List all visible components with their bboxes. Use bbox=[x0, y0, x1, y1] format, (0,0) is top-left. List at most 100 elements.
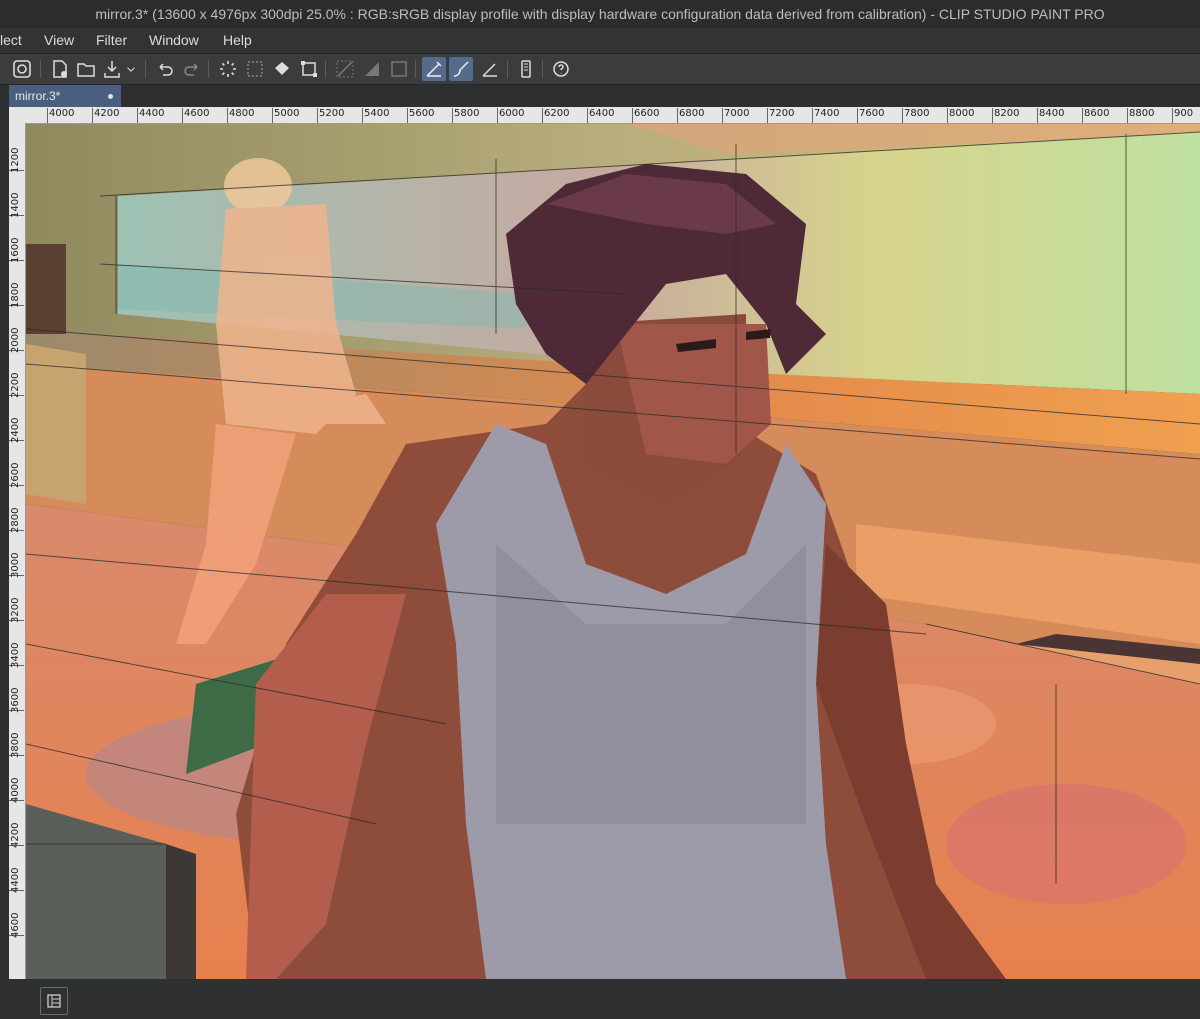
ruler-tick bbox=[137, 108, 138, 123]
horizontal-ruler-label: 8400 bbox=[1039, 108, 1065, 119]
vertical-ruler-label: 3400 bbox=[10, 642, 21, 668]
horizontal-ruler-label: 4400 bbox=[139, 108, 165, 119]
ruler-tick bbox=[947, 108, 948, 123]
menu-filter[interactable]: Filter bbox=[96, 32, 127, 48]
redo-icon[interactable] bbox=[180, 57, 204, 81]
command-bar bbox=[0, 54, 1200, 85]
undo-icon[interactable] bbox=[153, 57, 177, 81]
vertical-ruler-label: 2000 bbox=[10, 327, 21, 353]
menu-window[interactable]: Window bbox=[149, 32, 199, 48]
vertical-ruler-label: 3800 bbox=[10, 732, 21, 758]
snap-ruler-icon[interactable] bbox=[333, 57, 357, 81]
horizontal-ruler-label: 7400 bbox=[814, 108, 840, 119]
vertical-ruler-label: 2200 bbox=[10, 372, 21, 398]
horizontal-ruler-label: 5800 bbox=[454, 108, 480, 119]
transform-icon[interactable] bbox=[297, 57, 321, 81]
fill-icon[interactable] bbox=[270, 57, 294, 81]
ruler-tick bbox=[407, 108, 408, 123]
horizontal-ruler-label: 5000 bbox=[274, 108, 300, 119]
ruler-tick bbox=[992, 108, 993, 123]
title-bar: mirror.3* (13600 x 4976px 300dpi 25.0% :… bbox=[0, 0, 1200, 29]
vertical-ruler-label: 1200 bbox=[10, 147, 21, 173]
ruler-tick bbox=[1082, 108, 1083, 123]
drawing-canvas[interactable] bbox=[26, 124, 1200, 979]
ruler-tick bbox=[1172, 108, 1173, 123]
document-tab[interactable]: mirror.3* bbox=[9, 85, 121, 107]
clip-studio-logo-icon[interactable] bbox=[10, 57, 34, 81]
save-dropdown-icon[interactable] bbox=[124, 57, 138, 81]
select-all-icon[interactable] bbox=[243, 57, 267, 81]
help-icon[interactable] bbox=[549, 57, 573, 81]
vertical-ruler-label: 3000 bbox=[10, 552, 21, 578]
window-title: mirror.3* (13600 x 4976px 300dpi 25.0% :… bbox=[95, 6, 1105, 22]
eraser-tool-icon[interactable] bbox=[478, 57, 502, 81]
menu-view[interactable]: View bbox=[44, 32, 74, 48]
ruler-tick bbox=[677, 108, 678, 123]
vertical-ruler-label: 2600 bbox=[10, 462, 21, 488]
ruler-tick bbox=[1037, 108, 1038, 123]
navigator-panel-icon[interactable] bbox=[40, 987, 68, 1015]
ruler-tick bbox=[767, 108, 768, 123]
horizontal-ruler: 4000 4200 4400 4600 4800 5000 5200 5400 5600 5800… bbox=[9, 107, 1200, 124]
smartphone-icon[interactable] bbox=[514, 57, 538, 81]
horizontal-ruler-label: 6200 bbox=[544, 108, 570, 119]
save-icon[interactable] bbox=[100, 57, 124, 81]
vertical-ruler-label: 1600 bbox=[10, 237, 21, 263]
horizontal-ruler-label: 6800 bbox=[679, 108, 705, 119]
horizontal-ruler-label: 8000 bbox=[949, 108, 975, 119]
vertical-ruler-label: 3200 bbox=[10, 597, 21, 623]
ruler-tick bbox=[317, 108, 318, 123]
ruler-tick bbox=[542, 108, 543, 123]
horizontal-ruler-label: 7000 bbox=[724, 108, 750, 119]
ruler-tick bbox=[452, 108, 453, 123]
ruler-tick bbox=[272, 108, 273, 123]
pen-tool-icon[interactable] bbox=[422, 57, 446, 81]
ruler-tick bbox=[182, 108, 183, 123]
ruler-tick bbox=[362, 108, 363, 123]
ruler-tick bbox=[902, 108, 903, 123]
brush-tool-icon[interactable] bbox=[449, 57, 473, 81]
vertical-ruler-label: 4200 bbox=[10, 822, 21, 848]
vertical-ruler-label: 2800 bbox=[10, 507, 21, 533]
new-file-icon[interactable] bbox=[48, 57, 72, 81]
horizontal-ruler-label: 4600 bbox=[184, 108, 210, 119]
horizontal-ruler-label: 6000 bbox=[499, 108, 525, 119]
vertical-ruler-label: 3600 bbox=[10, 687, 21, 713]
open-folder-icon[interactable] bbox=[74, 57, 98, 81]
menu-select[interactable]: lect bbox=[0, 32, 22, 48]
horizontal-ruler-label: 5400 bbox=[364, 108, 390, 119]
horizontal-ruler-label: 7600 bbox=[859, 108, 885, 119]
document-tab-label: mirror.3* bbox=[15, 89, 61, 103]
ruler-tick bbox=[587, 108, 588, 123]
left-panel-edge bbox=[0, 107, 9, 979]
vertical-ruler-label: 4400 bbox=[10, 867, 21, 893]
ruler-tick bbox=[227, 108, 228, 123]
horizontal-ruler-label: 5600 bbox=[409, 108, 435, 119]
vertical-ruler-label: 4600 bbox=[10, 912, 21, 938]
horizontal-ruler-label: 7800 bbox=[904, 108, 930, 119]
horizontal-ruler-label: 5200 bbox=[319, 108, 345, 119]
ruler-tick bbox=[722, 108, 723, 123]
document-tab-bar: mirror.3* bbox=[0, 85, 1200, 107]
horizontal-ruler-label: 4000 bbox=[49, 108, 75, 119]
ruler-tick bbox=[857, 108, 858, 123]
snap-grid-icon[interactable] bbox=[360, 57, 384, 81]
horizontal-ruler-label: 4800 bbox=[229, 108, 255, 119]
vertical-ruler-label: 2400 bbox=[10, 417, 21, 443]
menu-help[interactable]: Help bbox=[223, 32, 252, 48]
unsaved-dot-icon bbox=[108, 94, 113, 99]
ruler-tick bbox=[1127, 108, 1128, 123]
horizontal-ruler-label: 6600 bbox=[634, 108, 660, 119]
horizontal-ruler-label: 6400 bbox=[589, 108, 615, 119]
artwork bbox=[26, 124, 1200, 979]
horizontal-ruler-label: 7200 bbox=[769, 108, 795, 119]
vertical-ruler-label: 1800 bbox=[10, 282, 21, 308]
vertical-ruler-label: 4000 bbox=[10, 777, 21, 803]
horizontal-ruler-label: 8800 bbox=[1129, 108, 1155, 119]
vertical-ruler-label: 1400 bbox=[10, 192, 21, 218]
ruler-tick bbox=[497, 108, 498, 123]
loading-spinner-icon[interactable] bbox=[216, 57, 240, 81]
horizontal-ruler-label: 8600 bbox=[1084, 108, 1110, 119]
menu-bar: lect View Filter Window Help bbox=[0, 28, 1200, 54]
snap-perspective-icon[interactable] bbox=[387, 57, 411, 81]
